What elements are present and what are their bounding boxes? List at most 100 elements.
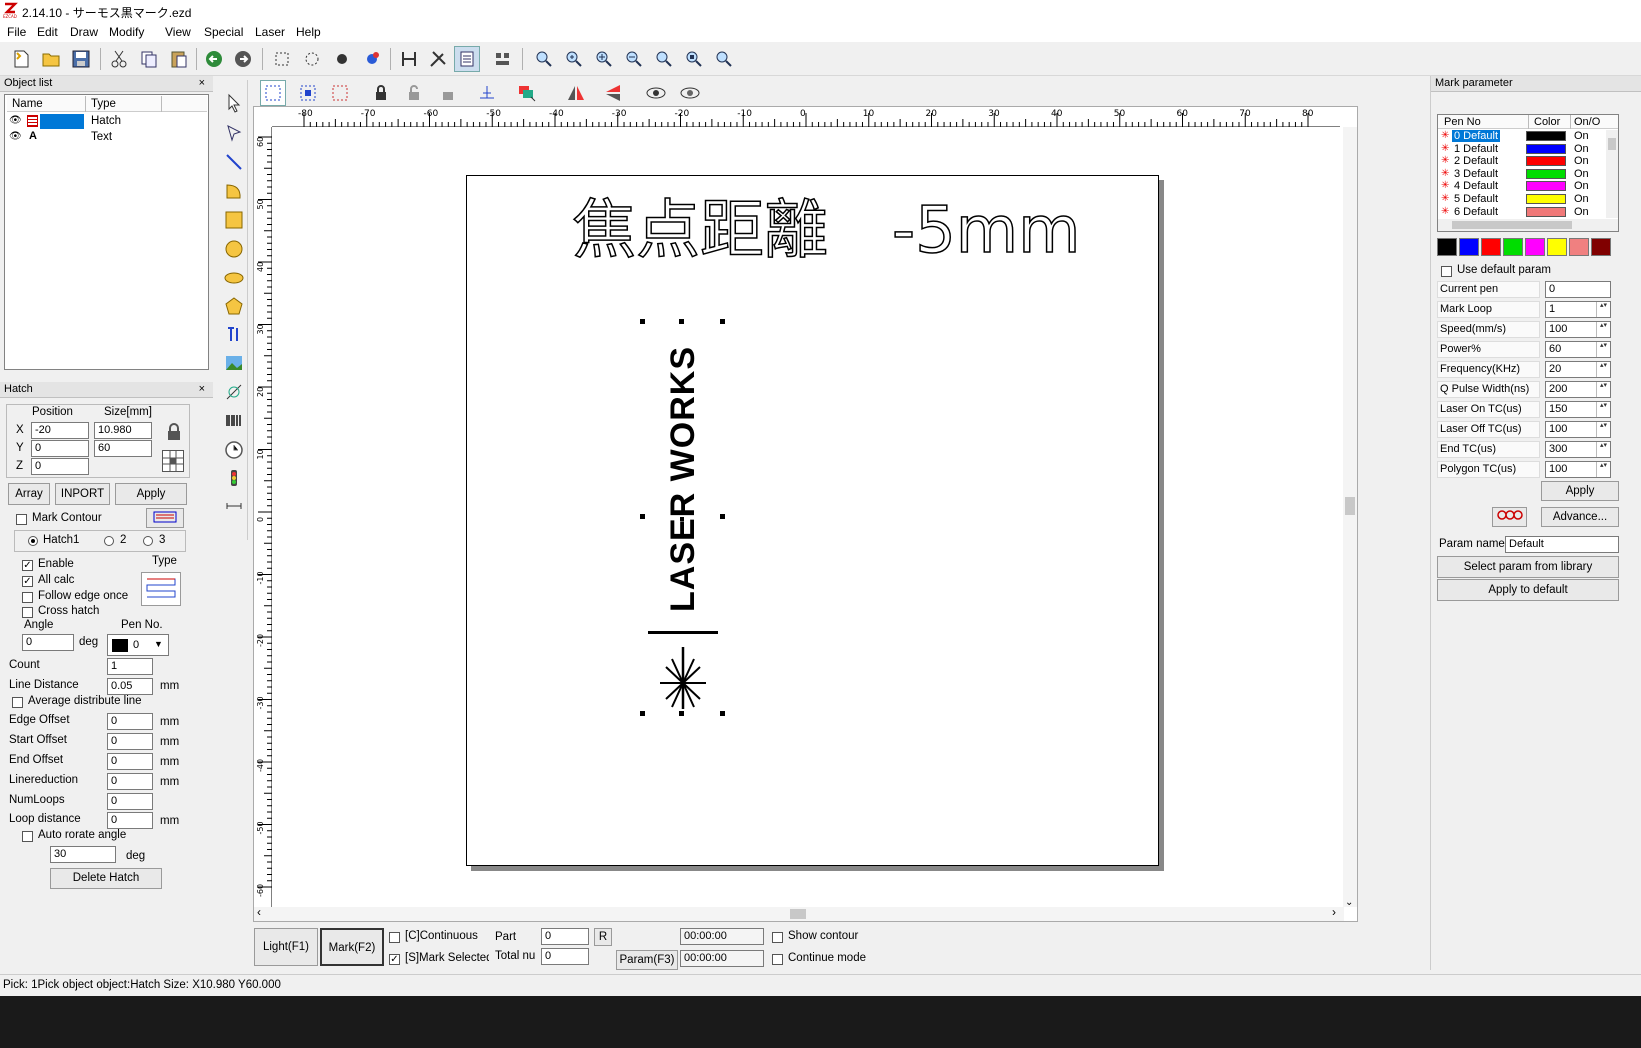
contour-settings-button[interactable] xyxy=(146,508,184,528)
palette-swatch[interactable] xyxy=(1503,238,1523,256)
selected-hatch-object[interactable]: LASER WORKS xyxy=(640,319,725,716)
zoom-out-icon[interactable] xyxy=(621,46,647,72)
object-list-icon[interactable] xyxy=(454,46,480,72)
follow-edge-checkbox[interactable] xyxy=(22,592,33,603)
close-icon[interactable]: × xyxy=(199,382,205,397)
pen-row[interactable]: ✳ 5 Default On xyxy=(1438,193,1608,205)
column-pen-no[interactable]: Pen No xyxy=(1444,116,1481,128)
cut-icon[interactable] xyxy=(106,46,132,72)
new-file-icon[interactable] xyxy=(8,46,34,72)
param-input[interactable]: 0 xyxy=(1545,281,1611,298)
list-item[interactable]: 👁 Hatch xyxy=(7,114,207,130)
red-light-preview-icon[interactable] xyxy=(643,80,669,106)
group-icon[interactable] xyxy=(295,80,321,106)
pen-row[interactable]: ✳ 2 Default On xyxy=(1438,155,1608,167)
hatch2-radio[interactable] xyxy=(104,536,114,546)
io-port-icon[interactable] xyxy=(222,466,246,490)
total-input[interactable]: 0 xyxy=(541,948,589,965)
column-color[interactable]: Color xyxy=(1534,116,1560,128)
edge-offset-input[interactable]: 0 xyxy=(107,713,153,730)
pen-row[interactable]: ✳ 6 Default On xyxy=(1438,206,1608,218)
spin-arrows-icon[interactable]: ▴▾ xyxy=(1596,442,1610,457)
save-icon[interactable] xyxy=(68,46,94,72)
hatch-type-button[interactable] xyxy=(141,572,181,606)
palette-swatch[interactable] xyxy=(1481,238,1501,256)
hatch3-radio[interactable] xyxy=(143,536,153,546)
pen-row[interactable]: ✳ 4 Default On xyxy=(1438,180,1608,192)
auto-rotate-checkbox[interactable] xyxy=(22,831,33,842)
contour-preview-icon[interactable] xyxy=(677,80,703,106)
drawing-canvas[interactable]: -80 -70 -60 -50 -40 -30 -20 -10 0 10 20 30 40 50 60 70 8… xyxy=(253,106,1358,922)
pulse-wave-icon[interactable] xyxy=(1492,507,1527,527)
column-type[interactable]: Type xyxy=(91,98,116,110)
tools-icon[interactable] xyxy=(425,46,451,72)
loop-distance-input[interactable]: 0 xyxy=(107,812,153,829)
spin-arrows-icon[interactable]: ▴▾ xyxy=(1596,422,1610,437)
part-input[interactable]: 0 xyxy=(541,928,589,945)
anchor-grid-icon[interactable] xyxy=(162,450,184,472)
paste-icon[interactable] xyxy=(166,46,192,72)
advance-button[interactable]: Advance... xyxy=(1541,507,1619,527)
pen-list-hscroll[interactable] xyxy=(1438,219,1618,231)
hatch-tool-icon[interactable] xyxy=(396,46,422,72)
menu-laser[interactable]: Laser xyxy=(255,25,285,39)
heading-text-object[interactable]: 焦点距離 -5mm xyxy=(571,191,1081,271)
eye-icon[interactable]: 👁 xyxy=(9,115,22,126)
select-from-library-button[interactable]: Select param from library xyxy=(1437,556,1619,578)
mirror-vertical-icon[interactable] xyxy=(600,80,626,106)
unlock-object-icon[interactable] xyxy=(401,80,427,106)
mirror-horizontal-icon[interactable] xyxy=(563,80,589,106)
timer-tool-icon[interactable] xyxy=(222,438,246,462)
spin-arrows-icon[interactable]: ▴▾ xyxy=(1596,322,1610,337)
selection-handle[interactable] xyxy=(640,711,645,716)
vertical-scrollbar[interactable]: ⌄ xyxy=(1343,127,1357,908)
start-offset-input[interactable]: 0 xyxy=(107,733,153,750)
redo-icon[interactable] xyxy=(230,46,256,72)
bitmap-tool-icon[interactable] xyxy=(222,351,246,375)
menu-view[interactable]: View xyxy=(165,25,191,39)
numloops-input[interactable]: 0 xyxy=(107,793,153,810)
enable-checkbox[interactable]: ✓ xyxy=(22,560,33,571)
curve-tool-icon[interactable] xyxy=(222,179,246,203)
pen-row[interactable]: ✳ 1 Default On xyxy=(1438,143,1608,155)
pen-list-vscroll[interactable] xyxy=(1606,130,1618,218)
undo-icon[interactable] xyxy=(201,46,227,72)
spin-arrows-icon[interactable]: ▴▾ xyxy=(1596,382,1610,397)
extend-axis-icon[interactable] xyxy=(222,494,246,518)
menu-special[interactable]: Special xyxy=(204,25,243,39)
selection-handle[interactable] xyxy=(640,514,645,519)
avg-distribute-checkbox[interactable] xyxy=(12,697,23,708)
zoom-in-icon[interactable] xyxy=(591,46,617,72)
line-distance-input[interactable]: 0.05 xyxy=(107,678,153,695)
lock-object-icon[interactable] xyxy=(368,80,394,106)
close-icon[interactable]: × xyxy=(199,76,205,91)
spin-arrows-icon[interactable]: ▴▾ xyxy=(1596,342,1610,357)
selection-handle[interactable] xyxy=(720,319,725,324)
apply-position-button[interactable]: Apply xyxy=(115,483,187,505)
end-offset-input[interactable]: 0 xyxy=(107,753,153,770)
mark-contour-checkbox[interactable] xyxy=(16,514,27,525)
vertical-scroll-thumb[interactable] xyxy=(1345,497,1355,515)
select-group-icon[interactable] xyxy=(299,46,325,72)
menu-modify[interactable]: Modify xyxy=(109,25,144,39)
spin-arrows-icon[interactable]: ▴▾ xyxy=(1596,302,1610,317)
chevron-right-icon[interactable]: › xyxy=(1332,905,1336,919)
ungroup-icon[interactable] xyxy=(327,80,353,106)
horizontal-scrollbar[interactable]: ‹ › xyxy=(254,905,1344,921)
zoom-icon[interactable] xyxy=(531,46,557,72)
rotate-angle-input[interactable]: 30 xyxy=(50,846,116,863)
select-node-icon[interactable] xyxy=(329,46,355,72)
array-button[interactable]: Array xyxy=(8,483,50,505)
polygon-tool-icon[interactable] xyxy=(222,294,246,318)
reset-part-button[interactable]: R xyxy=(594,928,612,946)
palette-swatch[interactable] xyxy=(1569,238,1589,256)
mark-selected-checkbox[interactable]: ✓ xyxy=(389,954,400,965)
chevron-left-icon[interactable]: ‹ xyxy=(257,905,261,919)
inport-button[interactable]: INPORT xyxy=(55,483,110,505)
select-all-icon[interactable] xyxy=(269,46,295,72)
menu-edit[interactable]: Edit xyxy=(37,25,58,39)
zoom-page-icon[interactable] xyxy=(711,46,737,72)
unlock-all-icon[interactable] xyxy=(435,80,461,106)
copy-icon[interactable] xyxy=(136,46,162,72)
palette-swatch[interactable] xyxy=(1547,238,1567,256)
